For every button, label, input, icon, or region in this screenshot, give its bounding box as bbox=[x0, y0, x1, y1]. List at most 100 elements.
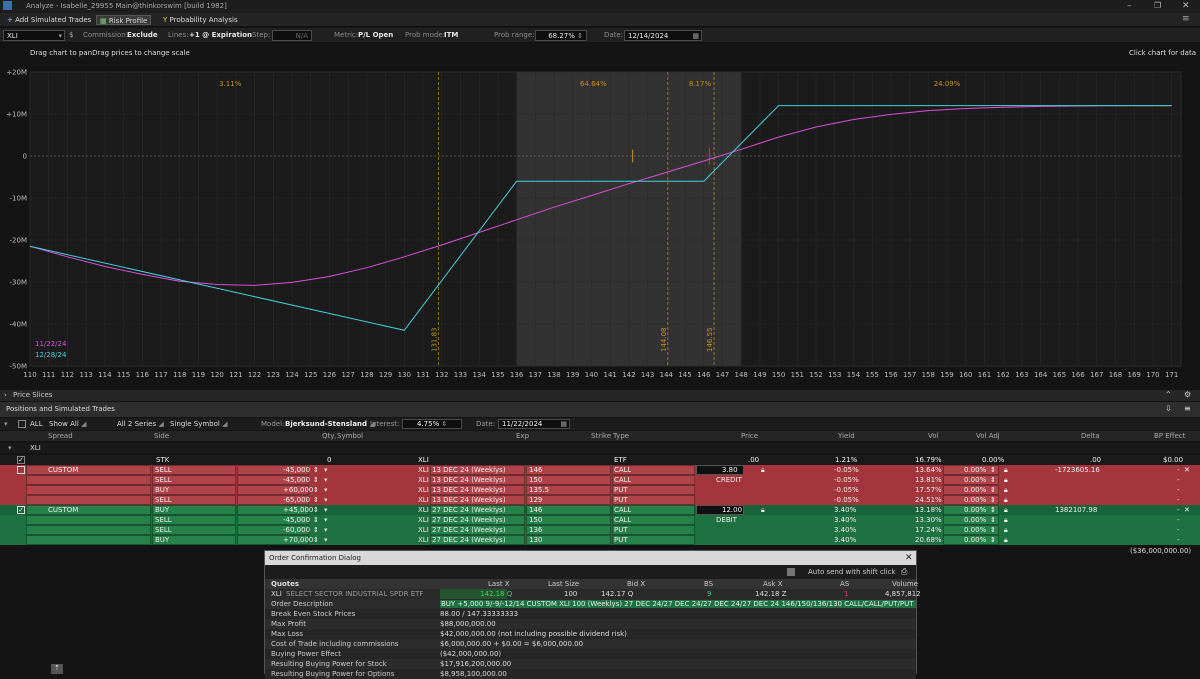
qty-spinner-icon[interactable]: ⇕ bbox=[313, 506, 319, 514]
positions-menu-icon[interactable]: ≡ bbox=[1184, 404, 1191, 413]
leg-price[interactable]: 3.80 bbox=[722, 466, 738, 474]
leg-row[interactable]: BUY +60,000 ⇕ ▾ XLI 13 DEC 24 (Weeklys) … bbox=[0, 485, 1200, 495]
leg-row[interactable]: ✓ CUSTOM BUY +45,000 ⇕ ▾ XLI 27 DEC 24 (… bbox=[0, 505, 1200, 515]
leg-exp[interactable]: 27 DEC 24 (Weeklys) bbox=[432, 526, 506, 534]
voladj-lock-icon[interactable]: 🔒︎ bbox=[1004, 526, 1008, 535]
expand-icon[interactable]: › bbox=[4, 391, 7, 399]
remove-leg-icon[interactable]: ✕ bbox=[1184, 506, 1190, 514]
leg-strike[interactable]: 150 bbox=[529, 516, 542, 524]
step-input[interactable]: N/A bbox=[272, 30, 312, 41]
leg-exp[interactable]: 13 DEC 24 (Weeklys) bbox=[432, 496, 506, 504]
stock-qty[interactable]: 0 bbox=[327, 456, 331, 464]
voladj-spinner-icon[interactable]: ⇕ bbox=[990, 466, 996, 474]
qty-dropdown-icon[interactable]: ▾ bbox=[324, 486, 328, 494]
col-vol-adj[interactable]: Vol Adj bbox=[976, 432, 1000, 440]
lines-value[interactable]: +1 @ Expiration bbox=[189, 31, 252, 39]
interest-input[interactable]: 4.75% ⇕ bbox=[402, 419, 462, 429]
leg-side[interactable]: SELL bbox=[155, 476, 172, 484]
leg-checkbox[interactable]: ✓ bbox=[17, 506, 25, 514]
commission-value[interactable]: Exclude bbox=[127, 31, 158, 39]
auto-send-checkbox[interactable] bbox=[787, 568, 795, 576]
risk-profile-button[interactable]: ▦ Risk Profile bbox=[96, 15, 152, 25]
leg-type[interactable]: CALL bbox=[614, 506, 631, 514]
voladj-lock-icon[interactable]: 🔒︎ bbox=[1004, 476, 1008, 485]
leg-exp[interactable]: 13 DEC 24 (Weeklys) bbox=[432, 486, 506, 494]
risk-profile-chart[interactable]: 110 111 112 113 114 115 116 117 118 119 120 121 122 1… bbox=[0, 64, 1200, 390]
all-checkbox[interactable] bbox=[18, 420, 26, 428]
prob-range-input[interactable]: 68.27% ⇕ bbox=[535, 30, 587, 41]
symbol-input[interactable]: XLI ▾ bbox=[3, 30, 65, 41]
leg-voladj[interactable]: 0.00% bbox=[964, 526, 986, 534]
leg-strike[interactable]: 130 bbox=[529, 536, 542, 544]
leg-qty[interactable]: -65,000 bbox=[283, 496, 310, 504]
scroll-top-icon[interactable]: ⇡ bbox=[51, 664, 63, 674]
leg-strike[interactable]: 146 bbox=[529, 466, 542, 474]
leg-voladj[interactable]: 0.00% bbox=[964, 516, 986, 524]
leg-spread[interactable]: CUSTOM bbox=[48, 466, 78, 474]
print-icon[interactable]: ⎙ bbox=[901, 567, 907, 577]
date-input[interactable]: 12/14/2024 ▦ bbox=[624, 30, 702, 41]
qty-dropdown-icon[interactable]: ▾ bbox=[324, 466, 328, 474]
leg-type[interactable]: CALL bbox=[614, 476, 631, 484]
leg-side[interactable]: BUY bbox=[155, 506, 169, 514]
qty-spinner-icon[interactable]: ⇕ bbox=[313, 526, 319, 534]
leg-row[interactable]: SELL -45,000 ⇕ ▾ XLI 27 DEC 24 (Weeklys)… bbox=[0, 515, 1200, 525]
leg-qty[interactable]: -60,000 bbox=[283, 526, 310, 534]
voladj-lock-icon[interactable]: 🔒︎ bbox=[1004, 466, 1008, 475]
leg-voladj[interactable]: 0.00% bbox=[964, 536, 986, 544]
add-simulated-trades-button[interactable]: + Add Simulated Trades bbox=[4, 15, 94, 25]
leg-voladj[interactable]: 0.00% bbox=[964, 486, 986, 494]
leg-strike[interactable]: 146 bbox=[529, 506, 542, 514]
calendar-icon[interactable]: ▦ bbox=[692, 32, 699, 41]
leg-side[interactable]: BUY bbox=[155, 486, 169, 494]
voladj-spinner-icon[interactable]: ⇕ bbox=[990, 496, 996, 504]
group-collapse-icon[interactable]: ▾ bbox=[8, 444, 12, 452]
leg-exp[interactable]: 27 DEC 24 (Weeklys) bbox=[432, 536, 506, 544]
leg-type[interactable]: PUT bbox=[614, 526, 628, 534]
qty-spinner-icon[interactable]: ⇕ bbox=[313, 466, 319, 474]
close-icon[interactable]: ✕ bbox=[1182, 1, 1190, 11]
col-strike[interactable]: Strike bbox=[591, 432, 611, 440]
voladj-spinner-icon[interactable]: ⇕ bbox=[990, 506, 996, 514]
leg-strike[interactable]: 150 bbox=[529, 476, 542, 484]
qty-spinner-icon[interactable]: ⇕ bbox=[313, 486, 319, 494]
leg-type[interactable]: PUT bbox=[614, 536, 628, 544]
leg-voladj[interactable]: 0.00% bbox=[964, 506, 986, 514]
col-qty[interactable]: Qty bbox=[322, 432, 334, 440]
col-delta[interactable]: Delta bbox=[1081, 432, 1100, 440]
symbol-mode-dropdown[interactable]: Single Symbol ◢ bbox=[170, 420, 227, 428]
leg-type[interactable]: CALL bbox=[614, 466, 631, 474]
price-slices-bar[interactable]: › Price Slices ⌃ ⚙ bbox=[0, 390, 1200, 401]
filter-date-input[interactable]: 11/22/2024 ▦ bbox=[498, 419, 570, 429]
qty-dropdown-icon[interactable]: ▾ bbox=[324, 506, 328, 514]
leg-side[interactable]: SELL bbox=[155, 526, 172, 534]
voladj-spinner-icon[interactable]: ⇕ bbox=[990, 526, 996, 534]
leg-qty[interactable]: +70,000 bbox=[283, 536, 313, 544]
remove-leg-icon[interactable]: ✕ bbox=[1184, 466, 1190, 474]
leg-qty[interactable]: +60,000 bbox=[283, 486, 313, 494]
col-exp[interactable]: Exp bbox=[516, 432, 529, 440]
col-bp-effect[interactable]: BP Effect bbox=[1154, 432, 1185, 440]
leg-voladj[interactable]: 0.00% bbox=[964, 476, 986, 484]
qty-dropdown-icon[interactable]: ▾ bbox=[324, 526, 328, 534]
collapse-icon[interactable]: ⌃ bbox=[1165, 390, 1172, 399]
lock-icon[interactable]: 🔒︎ bbox=[761, 466, 765, 475]
voladj-lock-icon[interactable]: 🔒︎ bbox=[1004, 496, 1008, 505]
dialog-close-icon[interactable]: ✕ bbox=[905, 553, 913, 563]
col-type[interactable]: Type bbox=[613, 432, 629, 440]
lock-icon[interactable]: 🔒︎ bbox=[761, 506, 765, 515]
voladj-spinner-icon[interactable]: ⇕ bbox=[990, 476, 996, 484]
leg-checkbox[interactable] bbox=[17, 466, 25, 474]
leg-voladj[interactable]: 0.00% bbox=[964, 496, 986, 504]
leg-strike[interactable]: 129 bbox=[529, 496, 542, 504]
voladj-lock-icon[interactable]: 🔒︎ bbox=[1004, 536, 1008, 545]
col-symbol[interactable]: Symbol bbox=[337, 432, 363, 440]
collapse-panel-icon[interactable]: ⇩ bbox=[1165, 404, 1172, 413]
leg-exp[interactable]: 13 DEC 24 (Weeklys) bbox=[432, 476, 506, 484]
qty-spinner-icon[interactable]: ⇕ bbox=[313, 476, 319, 484]
qty-dropdown-icon[interactable]: ▾ bbox=[324, 496, 328, 504]
leg-side[interactable]: SELL bbox=[155, 466, 172, 474]
leg-exp[interactable]: 27 DEC 24 (Weeklys) bbox=[432, 506, 506, 514]
col-vol[interactable]: Vol bbox=[928, 432, 938, 440]
leg-row[interactable]: CUSTOM SELL -45,000 ⇕ ▾ XLI 13 DEC 24 (W… bbox=[0, 465, 1200, 475]
